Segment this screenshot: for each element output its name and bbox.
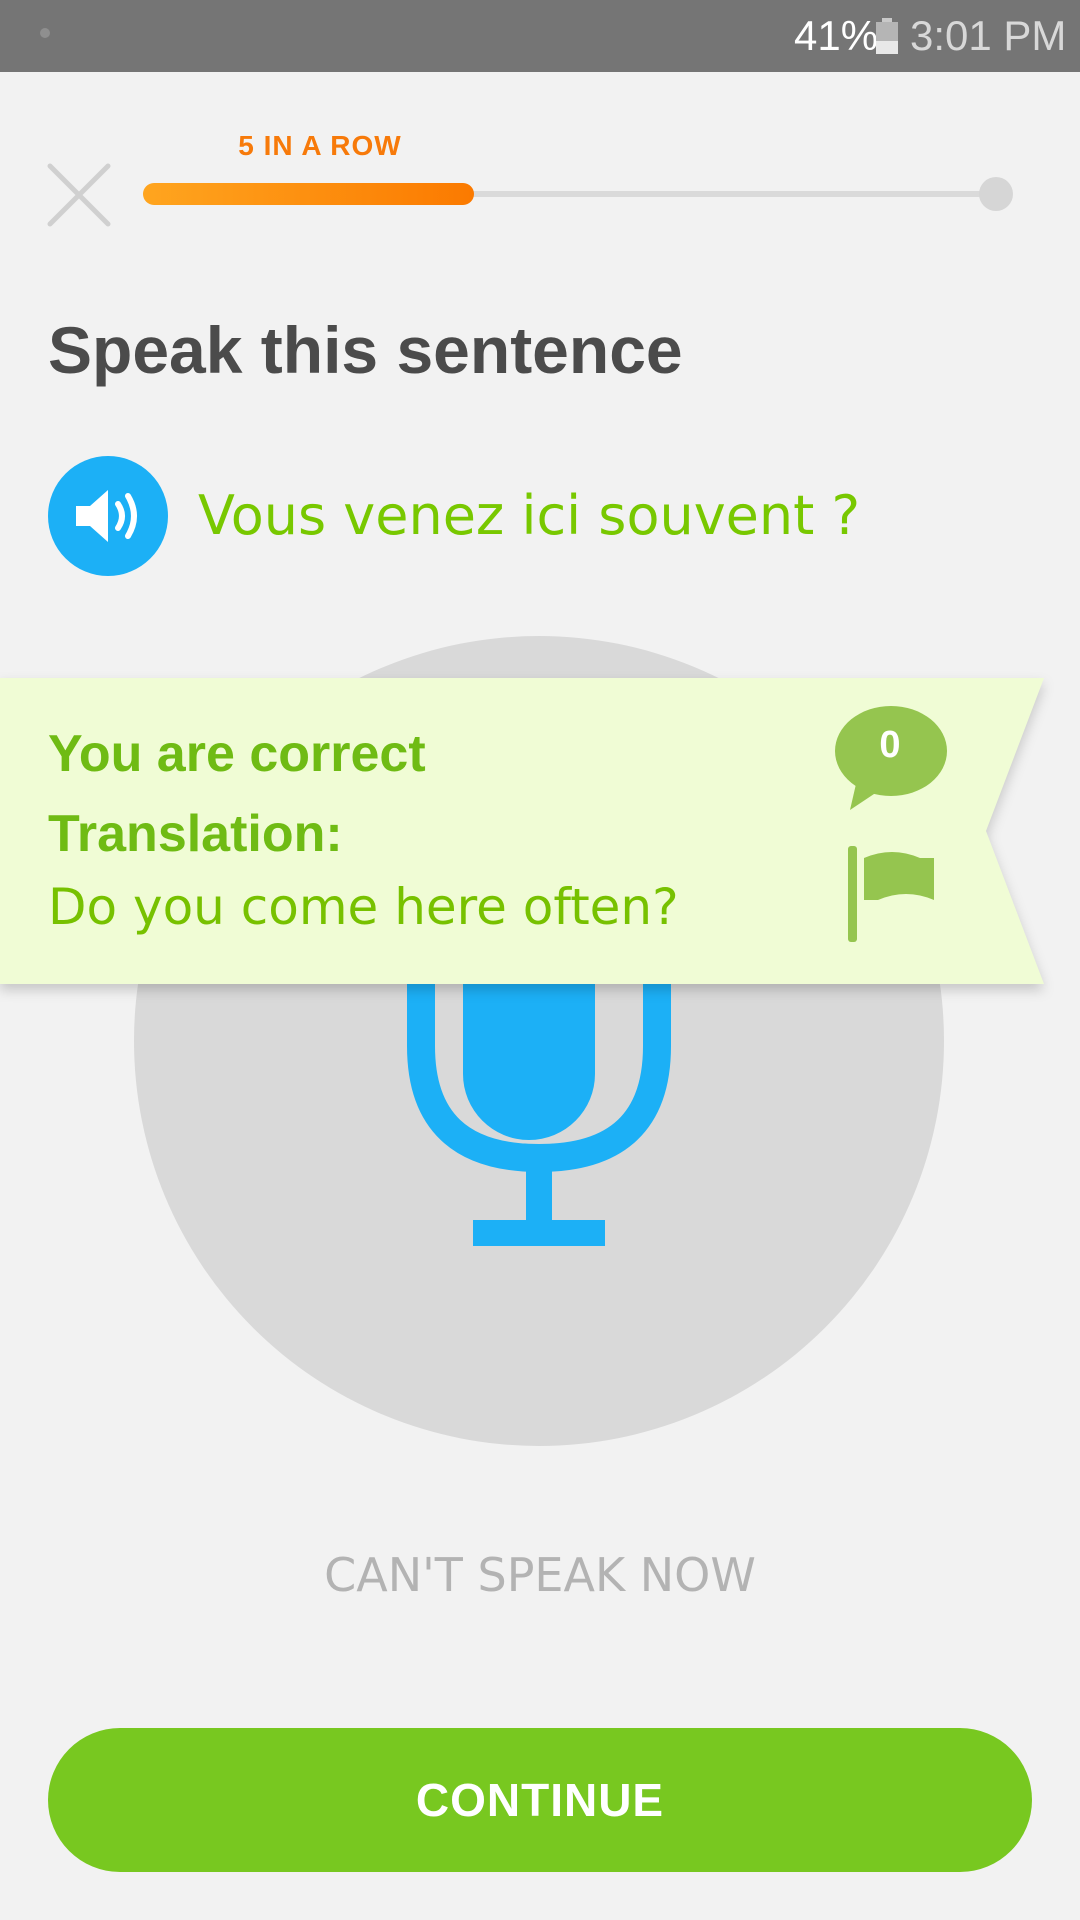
status-bar: 41% 3:01 PM <box>0 0 1080 72</box>
flag-icon <box>848 846 934 942</box>
speaker-icon <box>76 490 137 542</box>
translation-label: Translation: <box>48 805 343 863</box>
play-audio-button[interactable] <box>48 456 168 576</box>
battery-icon <box>876 18 898 54</box>
progress-end-dot <box>979 177 1013 211</box>
cant-speak-now-button[interactable]: CAN'T SPEAK NOW <box>0 1548 1080 1602</box>
clock: 3:01 PM <box>910 12 1067 59</box>
translation-text: Do you come here often? <box>48 878 679 936</box>
notification-dot <box>40 28 50 38</box>
report-button[interactable] <box>844 844 944 954</box>
sentence-to-speak: Vous venez ici souvent ? <box>198 484 861 547</box>
continue-label: CONTINUE <box>415 1774 665 1826</box>
exercise-prompt: Speak this sentence <box>48 313 683 387</box>
continue-button[interactable]: CONTINUE <box>48 1728 1032 1872</box>
close-button[interactable] <box>44 160 116 232</box>
discussion-button[interactable]: 0 <box>834 706 954 816</box>
result-text: You are correct <box>48 725 426 783</box>
close-x-icon <box>47 163 111 227</box>
battery-percent: 41% <box>794 12 879 59</box>
progress-fill <box>143 183 474 205</box>
streak-label: 5 IN A ROW <box>238 130 402 161</box>
lesson-progress-bar <box>143 177 1013 211</box>
comment-count: 0 <box>879 724 901 766</box>
correct-feedback-banner: You are correct Translation: Do you come… <box>0 678 1050 984</box>
